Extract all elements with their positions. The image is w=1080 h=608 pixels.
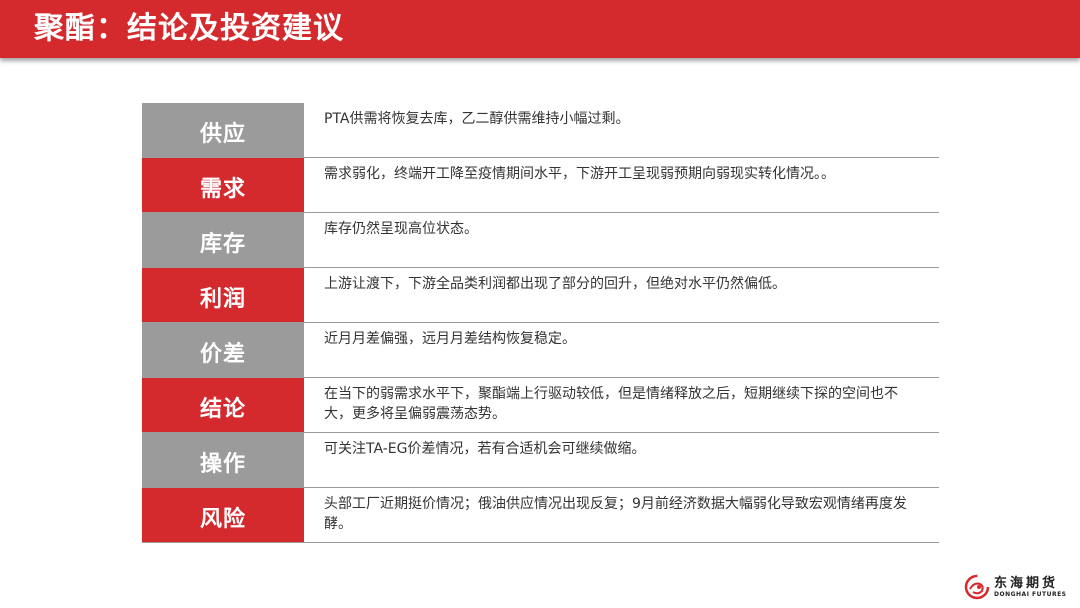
row-label: 风险 (142, 488, 304, 542)
row-label: 结论 (142, 378, 304, 432)
row-label: 供应 (142, 103, 304, 157)
row-content: 近月月差偏强，远月月差结构恢复稳定。 (324, 331, 576, 347)
row-label: 库存 (142, 213, 304, 267)
table-row: 需求 需求弱化，终端开工降至疫情期间水平，下游开工呈现弱预期向弱现实转化情况。。 (142, 158, 939, 213)
table-row: 利润 上游让渡下，下游全品类利润都出现了部分的回升，但绝对水平仍然偏低。 (142, 268, 939, 323)
table-row: 供应 PTA供需将恢复去库，乙二醇供需维持小幅过剩。 (142, 103, 939, 158)
logo-name-en: DONGHAI FUTURES (994, 590, 1067, 598)
table-row: 库存 库存仍然呈现高位状态。 (142, 213, 939, 268)
title-bar: 聚酯：结论及投资建议 (0, 0, 1080, 58)
company-logo: 东海期货 DONGHAI FUTURES (964, 572, 1072, 602)
table-row: 价差 近月月差偏强，远月月差结构恢复稳定。 (142, 323, 939, 378)
page-title: 聚酯：结论及投资建议 (34, 11, 344, 46)
row-label: 利润 (142, 268, 304, 322)
row-label: 需求 (142, 158, 304, 212)
row-content: 可关注TA-EG价差情况，若有合适机会可继续做缩。 (324, 441, 646, 457)
summary-table: 供应 PTA供需将恢复去库，乙二醇供需维持小幅过剩。 需求 需求弱化，终端开工降… (142, 103, 939, 543)
row-label: 操作 (142, 433, 304, 487)
row-content: 上游让渡下，下游全品类利润都出现了部分的回升，但绝对水平仍然偏低。 (324, 276, 786, 292)
row-content: 库存仍然呈现高位状态。 (324, 221, 478, 237)
row-content: 头部工厂近期挺价情况；俄油供应情况出现反复；9月前经济数据大幅弱化导致宏观情绪再… (324, 496, 907, 532)
logo-name-cn: 东海期货 (994, 575, 1059, 591)
row-label: 价差 (142, 323, 304, 377)
row-content: 需求弱化，终端开工降至疫情期间水平，下游开工呈现弱预期向弱现实转化情况。。 (324, 166, 835, 182)
table-row: 风险 头部工厂近期挺价情况；俄油供应情况出现反复；9月前经济数据大幅弱化导致宏观… (142, 488, 939, 543)
donghai-logo-icon (964, 574, 990, 600)
table-row: 操作 可关注TA-EG价差情况，若有合适机会可继续做缩。 (142, 433, 939, 488)
row-content: 在当下的弱需求水平下，聚酯端上行驱动较低，但是情绪释放之后，短期继续下探的空间也… (324, 386, 898, 422)
row-content: PTA供需将恢复去库，乙二醇供需维持小幅过剩。 (324, 111, 630, 127)
table-row: 结论 在当下的弱需求水平下，聚酯端上行驱动较低，但是情绪释放之后，短期继续下探的… (142, 378, 939, 433)
